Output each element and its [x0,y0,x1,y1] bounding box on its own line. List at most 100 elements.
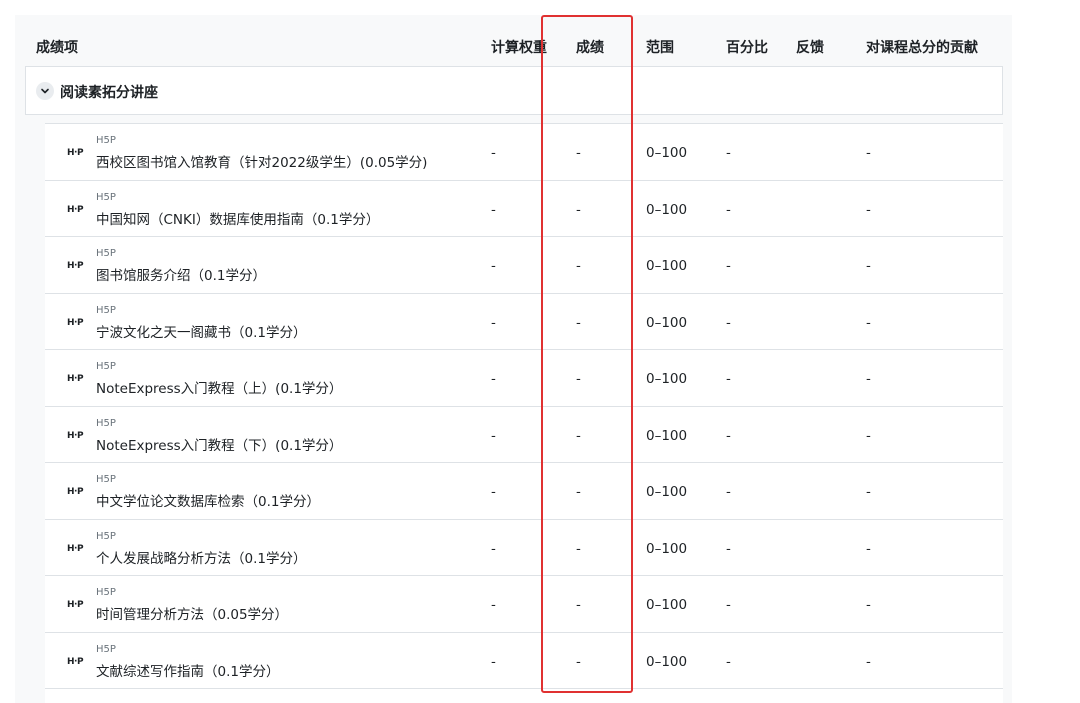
item-type-label: H5P [96,191,116,203]
table-row: H·P H5P NoteExpress入门教程（下）(0.1学分） - - 0–… [45,405,1003,462]
cell-contribution: - [866,371,871,387]
item-type-label: H5P [96,417,116,429]
header-feedback[interactable]: 反馈 [796,37,824,57]
table-row: H·P H5P 西校区图书馆入馆教育（针对2022级学生）(0.05学分) - … [45,123,1003,179]
cell-contribution: - [866,201,871,218]
cell-percentage: - [726,653,731,670]
cell-contribution: - [866,145,871,161]
cell-range: 0–100 [646,201,688,218]
table-row: H·P H5P NoteExpress入门教程（上）(0.1学分） - - 0–… [45,349,1003,405]
cell-range: 0–100 [646,484,688,500]
cell-percentage: - [726,427,731,444]
header-grade-item[interactable]: 成绩项 [36,37,78,57]
h5p-icon: H·P [67,374,84,384]
table-row: H·P H5P 个人发展战略分析方法（0.1学分） - - 0–100 - - [45,518,1003,575]
item-type-label: H5P [96,474,116,485]
table-row: H·P H5P 宁波文化之天一阁藏书（0.1学分） - - 0–100 - - [45,292,1003,349]
header-percentage[interactable]: 百分比 [726,37,768,57]
h5p-icon: H·P [67,543,84,554]
table-row-divider [45,688,1003,703]
cell-weight: - [491,201,496,218]
cell-contribution: - [866,258,871,274]
item-type-label: H5P [96,248,116,259]
cell-percentage: - [726,371,731,387]
cell-weight: - [491,484,496,500]
table-row: H·P H5P 图书馆服务介绍（0.1学分） - - 0–100 - - [45,236,1003,292]
table-header: 成绩项 计算权重 成绩 范围 百分比 反馈 对课程总分的贡献 [15,15,1012,65]
item-name-link[interactable]: 中国知网（CNKI）数据库使用指南（0.1学分） [96,208,379,228]
table-row: H·P H5P 中文学位论文数据库检索（0.1学分） - - 0–100 - - [45,462,1003,518]
cell-weight: - [491,145,496,161]
cell-weight: - [491,427,496,444]
cell-grade: - [576,484,581,500]
cell-range: 0–100 [646,653,688,670]
item-name-link[interactable]: 文献综述写作指南（0.1学分） [96,660,279,680]
cell-weight: - [491,314,496,331]
cell-contribution: - [866,540,871,557]
table-row: H·P H5P 时间管理分析方法（0.05学分） - - 0–100 - - [45,575,1003,631]
cell-range: 0–100 [646,427,688,444]
cell-weight: - [491,597,496,613]
cell-percentage: - [726,201,731,218]
cell-contribution: - [866,314,871,331]
cell-percentage: - [726,597,731,613]
header-contribution[interactable]: 对课程总分的贡献 [866,37,978,57]
chevron-down-icon[interactable] [36,82,54,100]
item-type-label: H5P [96,587,116,598]
item-type-label: H5P [96,135,116,146]
h5p-icon: H·P [67,204,84,215]
item-name-link[interactable]: 西校区图书馆入馆教育（针对2022级学生）(0.05学分) [96,151,427,171]
header-weight[interactable]: 计算权重 [491,37,547,57]
item-type-label: H5P [96,361,116,372]
grade-items-list: H·P H5P 西校区图书馆入馆教育（针对2022级学生）(0.05学分) - … [45,123,1003,703]
cell-grade: - [576,258,581,274]
cell-percentage: - [726,540,731,557]
cell-percentage: - [726,145,731,161]
cell-weight: - [491,540,496,557]
item-type-label: H5P [96,304,116,316]
cell-grade: - [576,540,581,557]
h5p-icon: H·P [67,317,84,328]
cell-range: 0–100 [646,314,688,331]
cell-contribution: - [866,484,871,500]
cell-percentage: - [726,258,731,274]
cell-percentage: - [726,484,731,500]
cell-range: 0–100 [646,371,688,387]
cell-contribution: - [866,653,871,670]
grade-category-row: 阅读素拓分讲座 [25,66,1003,115]
h5p-icon: H·P [67,656,84,667]
h5p-icon: H·P [67,430,84,441]
cell-grade: - [576,653,581,670]
cell-grade: - [576,201,581,218]
cell-grade: - [576,427,581,444]
table-row: H·P H5P 中国知网（CNKI）数据库使用指南（0.1学分） - - 0–1… [45,179,1003,236]
cell-range: 0–100 [646,597,688,613]
item-name-link[interactable]: 中文学位论文数据库检索（0.1学分） [96,490,320,510]
cell-grade: - [576,371,581,387]
item-name-link[interactable]: 时间管理分析方法（0.05学分） [96,603,288,623]
header-range[interactable]: 范围 [646,37,674,57]
cell-contribution: - [866,597,871,613]
cell-range: 0–100 [646,540,688,557]
table-row: H·P H5P 文献综述写作指南（0.1学分） - - 0–100 - - [45,631,1003,688]
h5p-icon: H·P [67,148,84,158]
h5p-icon: H·P [67,600,84,610]
cell-percentage: - [726,314,731,331]
header-grade[interactable]: 成绩 [576,37,604,57]
item-name-link[interactable]: 宁波文化之天一阁藏书（0.1学分） [96,321,306,341]
item-name-link[interactable]: 个人发展战略分析方法（0.1学分） [96,547,306,567]
category-name: 阅读素拓分讲座 [60,85,158,101]
h5p-icon: H·P [67,261,84,271]
cell-grade: - [576,597,581,613]
h5p-icon: H·P [67,487,84,497]
cell-grade: - [576,145,581,161]
item-type-label: H5P [96,643,116,655]
item-type-label: H5P [96,530,116,542]
item-name-link[interactable]: NoteExpress入门教程（上）(0.1学分） [96,377,342,397]
cell-contribution: - [866,427,871,444]
item-name-link[interactable]: NoteExpress入门教程（下）(0.1学分） [96,434,342,454]
item-name-link[interactable]: 图书馆服务介绍（0.1学分） [96,264,266,284]
cell-weight: - [491,258,496,274]
cell-range: 0–100 [646,258,688,274]
cell-weight: - [491,371,496,387]
